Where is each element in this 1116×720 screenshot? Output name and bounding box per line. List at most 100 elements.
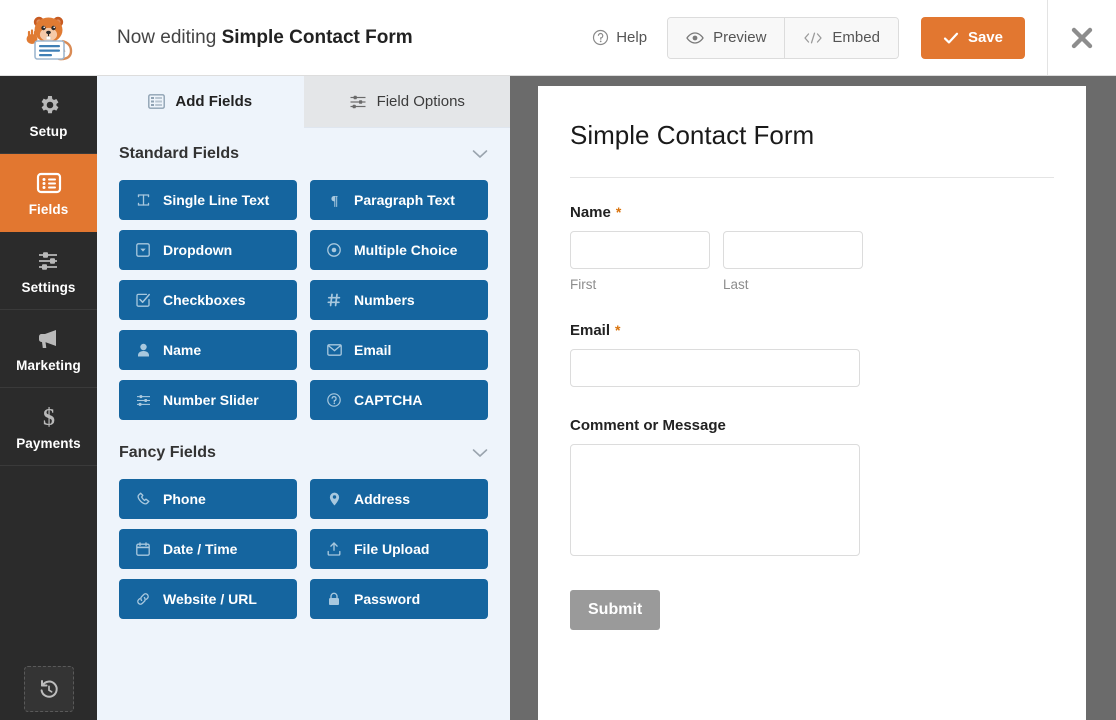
- name-last-sublabel: Last: [723, 277, 749, 292]
- form-preview-card: Simple Contact Form Name * First Last Em…: [538, 86, 1086, 720]
- field-button-checkboxes[interactable]: Checkboxes: [119, 280, 297, 320]
- revisions-button[interactable]: [23, 666, 74, 712]
- title-divider: [570, 177, 1054, 178]
- name-first-input[interactable]: [570, 231, 710, 269]
- map-pin-icon: [326, 492, 342, 506]
- field-button-paragraph-text[interactable]: ¶ Paragraph Text: [310, 180, 488, 220]
- field-button-single-line-text[interactable]: Single Line Text: [119, 180, 297, 220]
- chevron-down-icon[interactable]: [472, 448, 488, 458]
- field-options-icon: [349, 94, 367, 110]
- name-first-col: First: [570, 231, 710, 292]
- rail-item-marketing[interactable]: Marketing: [0, 310, 97, 388]
- field-button-file-upload[interactable]: File Upload: [310, 529, 488, 569]
- rail-item-label: Payments: [16, 435, 81, 451]
- name-last-input[interactable]: [723, 231, 863, 269]
- name-subfields: First Last: [570, 231, 1054, 292]
- help-label: Help: [616, 29, 648, 46]
- field-button-label: Single Line Text: [163, 192, 270, 208]
- upload-icon: [326, 542, 342, 556]
- field-button-password[interactable]: Password: [310, 579, 488, 619]
- field-button-label: Number Slider: [163, 392, 259, 408]
- field-button-label: CAPTCHA: [354, 392, 423, 408]
- rail-item-setup[interactable]: Setup: [0, 76, 97, 154]
- email-input[interactable]: [570, 349, 860, 387]
- field-button-label: Phone: [163, 491, 206, 507]
- rail-item-settings[interactable]: Settings: [0, 232, 97, 310]
- wpforms-logo: [0, 0, 97, 76]
- lock-icon: [326, 592, 342, 606]
- section-header-standard-fields[interactable]: Standard Fields: [97, 128, 510, 180]
- checkbox-icon: [135, 293, 151, 307]
- envelope-icon: [326, 344, 342, 356]
- rail-item-fields[interactable]: Fields: [0, 154, 97, 232]
- fields-panel: Add Fields Field Options Standard Fields: [97, 76, 510, 720]
- question-circle-icon: [592, 29, 609, 46]
- chevron-down-icon[interactable]: [472, 149, 488, 159]
- gear-icon: [37, 91, 61, 119]
- tab-label: Add Fields: [175, 93, 253, 110]
- field-button-numbers[interactable]: Numbers: [310, 280, 488, 320]
- field-button-address[interactable]: Address: [310, 479, 488, 519]
- submit-button[interactable]: Submit: [570, 590, 661, 630]
- field-button-label: File Upload: [354, 541, 430, 557]
- field-label-row: Comment or Message: [570, 417, 1054, 434]
- preview-field-email[interactable]: Email *: [570, 322, 1054, 387]
- help-button[interactable]: Help: [592, 29, 647, 46]
- field-button-dropdown[interactable]: Dropdown: [119, 230, 297, 270]
- check-icon: [943, 31, 959, 45]
- field-button-multiple-choice[interactable]: Multiple Choice: [310, 230, 488, 270]
- sliders-icon: [36, 247, 62, 275]
- field-button-label: Paragraph Text: [354, 192, 455, 208]
- panel-tabs: Add Fields Field Options: [97, 76, 510, 128]
- close-icon: [1069, 25, 1095, 51]
- field-button-phone[interactable]: Phone: [119, 479, 297, 519]
- close-button[interactable]: [1047, 0, 1116, 75]
- section-title: Standard Fields: [119, 145, 240, 162]
- rail-item-label: Fields: [28, 201, 69, 217]
- preview-field-message[interactable]: Comment or Message: [570, 417, 1054, 556]
- dropdown-icon: [135, 243, 151, 257]
- preview-field-name[interactable]: Name * First Last: [570, 204, 1054, 292]
- field-label: Name: [570, 204, 611, 221]
- field-button-name[interactable]: Name: [119, 330, 297, 370]
- form-preview-area: Simple Contact Form Name * First Last Em…: [510, 76, 1116, 720]
- field-button-label: Website / URL: [163, 591, 257, 607]
- field-button-label: Address: [354, 491, 411, 507]
- rail-item-label: Setup: [29, 123, 68, 139]
- link-icon: [135, 592, 151, 606]
- section-header-fancy-fields[interactable]: Fancy Fields: [97, 427, 510, 479]
- eye-icon: [686, 31, 704, 45]
- preview-button[interactable]: Preview: [668, 17, 785, 58]
- user-icon: [135, 343, 151, 357]
- history-revert-icon: [38, 678, 60, 700]
- list-form-icon: [36, 169, 62, 197]
- tab-add-fields[interactable]: Add Fields: [97, 76, 304, 128]
- field-button-label: Date / Time: [163, 541, 238, 557]
- field-button-label: Numbers: [354, 292, 415, 308]
- field-button-captcha[interactable]: CAPTCHA: [310, 380, 488, 420]
- code-icon: [803, 31, 823, 45]
- add-fields-icon: [148, 94, 166, 109]
- field-button-label: Multiple Choice: [354, 242, 458, 258]
- field-button-number-slider[interactable]: Number Slider: [119, 380, 297, 420]
- field-button-website-url[interactable]: Website / URL: [119, 579, 297, 619]
- radio-icon: [326, 243, 342, 257]
- svg-text:$: $: [43, 405, 55, 430]
- name-last-col: Last: [723, 231, 863, 292]
- field-button-email[interactable]: Email: [310, 330, 488, 370]
- tab-label: Field Options: [376, 93, 465, 110]
- rail-item-label: Settings: [21, 279, 76, 295]
- name-first-sublabel: First: [570, 277, 597, 292]
- save-button[interactable]: Save: [920, 16, 1025, 59]
- message-textarea[interactable]: [570, 444, 860, 556]
- field-button-date-time[interactable]: Date / Time: [119, 529, 297, 569]
- top-bar: Now editing Simple Contact Form Help Pre…: [97, 0, 1116, 76]
- embed-button[interactable]: Embed: [784, 17, 898, 58]
- megaphone-icon: [36, 325, 62, 353]
- field-button-label: Checkboxes: [163, 292, 246, 308]
- field-label: Email: [570, 322, 611, 339]
- rail-item-payments[interactable]: $ Payments: [0, 388, 97, 466]
- dollar-sign-icon: $: [38, 403, 60, 431]
- field-button-label: Dropdown: [163, 242, 233, 258]
- tab-field-options[interactable]: Field Options: [303, 76, 510, 128]
